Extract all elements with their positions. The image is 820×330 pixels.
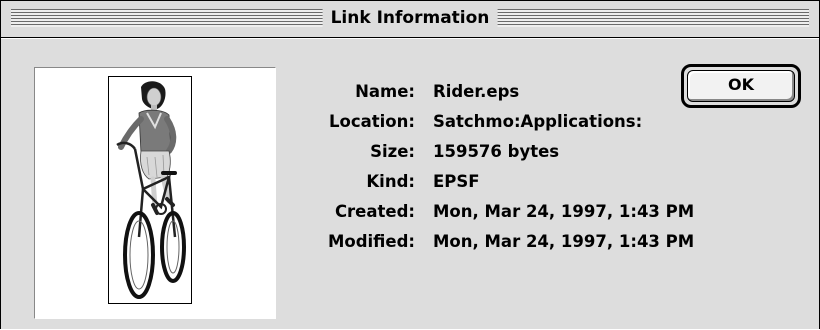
ok-button[interactable]: OK bbox=[687, 70, 795, 102]
kind-label: Kind: bbox=[366, 172, 415, 191]
name-label: Name: bbox=[355, 82, 415, 101]
location-label: Location: bbox=[329, 112, 415, 131]
bicycle-rider-image bbox=[116, 81, 186, 299]
info-labels: Name: Location: Size: Kind: Created: Mod… bbox=[301, 77, 415, 257]
created-label: Created: bbox=[334, 202, 415, 221]
image-preview bbox=[108, 76, 192, 304]
modified-value: Mon, Mar 24, 1997, 1:43 PM bbox=[433, 232, 695, 251]
info-values: Rider.eps Satchmo:Applications: 159576 b… bbox=[433, 77, 694, 257]
created-value: Mon, Mar 24, 1997, 1:43 PM bbox=[433, 202, 695, 221]
link-information-dialog: Link Information Name: Location: Size: K… bbox=[0, 0, 820, 329]
kind-value: EPSF bbox=[433, 172, 480, 191]
ok-button-default-ring: OK bbox=[681, 64, 801, 108]
title-bar[interactable]: Link Information bbox=[1, 1, 819, 38]
size-label: Size: bbox=[370, 142, 415, 161]
window-title: Link Information bbox=[322, 6, 498, 30]
modified-label: Modified: bbox=[327, 232, 415, 251]
location-value: Satchmo:Applications: bbox=[433, 112, 643, 131]
dialog-content: Name: Location: Size: Kind: Created: Mod… bbox=[1, 38, 819, 329]
name-value: Rider.eps bbox=[433, 82, 520, 101]
image-preview-frame bbox=[34, 67, 276, 319]
size-value: 159576 bytes bbox=[433, 142, 560, 161]
